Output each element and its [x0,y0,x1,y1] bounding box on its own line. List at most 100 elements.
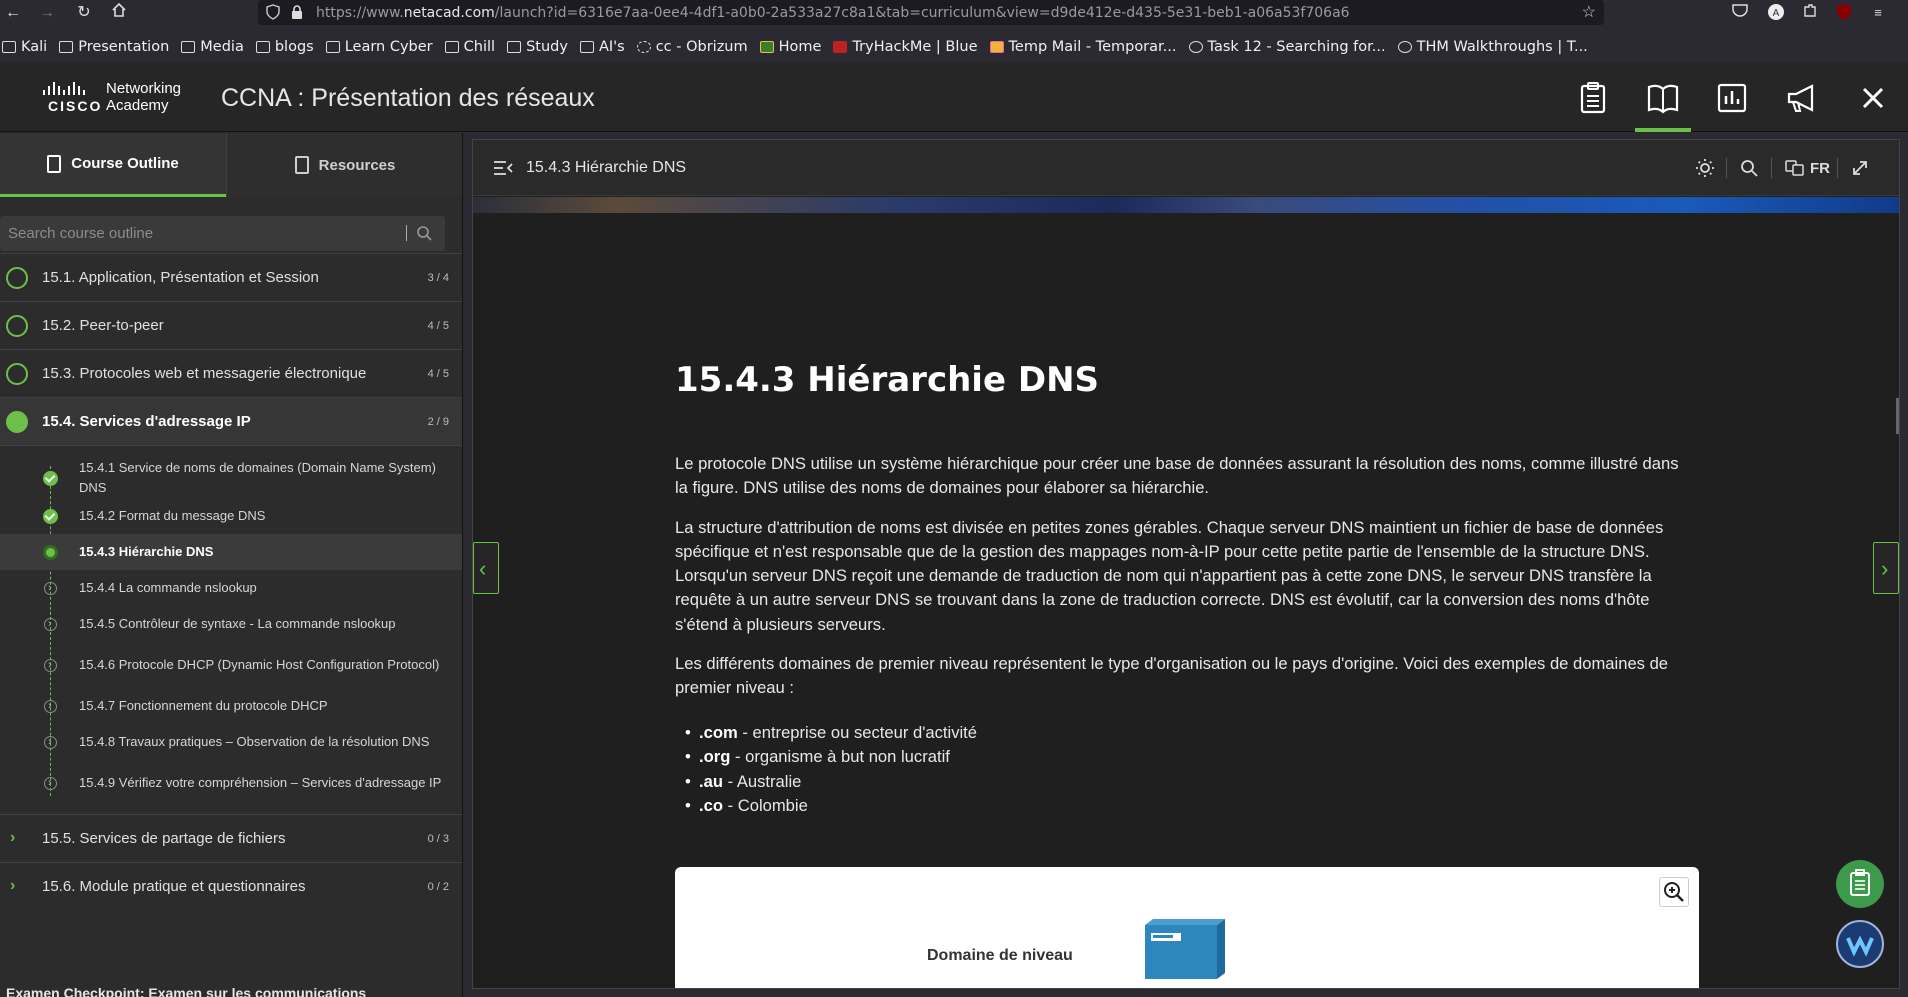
bookmark-item[interactable]: Temp Mail - Temporar... [989,39,1177,55]
fullscreen-icon[interactable] [1851,158,1869,178]
section-15-4[interactable]: 15.4. Services d'adressage IP 2 / 9 [0,397,462,445]
bookmark-item[interactable]: Home [759,39,821,55]
subsection-item[interactable]: 15.4.6 Protocole DHCP (Dynamic Host Conf… [0,642,462,688]
subsection-item[interactable]: 15.4.4 La commande nslookup [0,570,462,606]
book-icon[interactable] [1635,80,1691,132]
dns-hierarchy-figure: Domaine de niveau [675,867,1699,988]
bookmark-item[interactable]: THM Walkthroughs | T... [1397,39,1588,55]
progress-circle-icon [6,315,28,337]
globe-icon [1188,40,1203,53]
progress-circle-icon [6,411,28,433]
url-bar[interactable]: https://www.netacad.com/launch?id=6316e7… [258,0,1604,25]
account-icon[interactable]: A [1766,3,1786,23]
subsection-item[interactable]: 15.4.2 Format du message DNS [0,498,462,534]
bookmark-item[interactable]: cc - Obrizum [636,39,748,55]
notes-button[interactable] [1836,860,1884,908]
folder-icon [507,40,522,53]
scrollbar-thumb[interactable] [1896,398,1899,434]
chevron-circle-icon [44,696,57,716]
outline-icon [47,154,62,173]
section-15-5[interactable]: › 15.5. Services de partage de fichiers … [0,814,462,862]
content-panel: 15.4.3 Hiérarchie DNS FR 15.4.3 Hiérarch… [472,139,1900,989]
translate-icon [1785,160,1804,176]
bookmark-item[interactable]: AI's [579,39,625,55]
shield-icon[interactable] [266,4,280,20]
toolbar-divider [1726,158,1727,178]
bookmark-item[interactable]: blogs [255,39,314,55]
pocket-icon[interactable] [1730,3,1750,23]
language-selector[interactable]: FR [1785,158,1830,178]
tld-list: .com - entreprise ou secteur d'activité … [685,721,1695,819]
bookmark-item[interactable]: Presentation [59,39,169,55]
subsection-item[interactable]: 15.4.7 Fonctionnement du protocole DHCP [0,688,462,724]
list-item: .co - Colombie [685,794,1695,819]
paragraph: Le protocole DNS utilise un système hiér… [675,454,1679,498]
grades-chart-icon[interactable] [1714,80,1750,116]
subsection-item[interactable]: 15.4.1 Service de noms de domaines (Doma… [0,456,462,498]
clipboard-icon [1850,869,1870,896]
search-icon[interactable] [1740,158,1758,178]
assistant-logo-icon [1846,935,1874,957]
extensions-icon[interactable] [1800,3,1820,23]
subsection-item[interactable]: 15.4.5 Contrôleur de syntaxe - La comman… [0,606,462,642]
current-dot-icon [43,544,58,560]
progress-circle-icon [6,363,28,385]
page-breadcrumb: 15.4.3 Hiérarchie DNS [526,159,687,176]
clipboard-icon[interactable] [1575,80,1611,116]
section-15-3[interactable]: 15.3. Protocoles web et messagerie élect… [0,349,462,397]
lock-icon[interactable] [290,4,304,20]
section-15-2[interactable]: 15.2. Peer-to-peer 4 / 5 [0,301,462,349]
folder-icon [579,40,594,53]
check-icon [43,508,58,524]
zoom-in-icon[interactable] [1659,877,1689,907]
chevron-right-icon: › [10,829,16,846]
bookmark-item[interactable]: Kali [2,39,47,55]
subsection-item-current[interactable]: 15.4.3 Hiérarchie DNS [0,534,462,570]
tab-resources[interactable]: Resources [226,133,462,197]
previous-page-button[interactable]: ‹ [473,542,499,594]
folder-icon [255,40,270,53]
back-icon[interactable]: ← [2,2,24,24]
reload-icon[interactable]: ↻ [73,2,95,24]
tab-course-outline[interactable]: Course Outline [0,133,226,197]
folder-icon [59,40,74,53]
megaphone-icon[interactable] [1784,80,1820,116]
search-divider [406,225,407,241]
next-page-button[interactable]: › [1873,542,1899,594]
forward-icon[interactable]: → [36,2,58,24]
cisco-wordmark: CISCO [48,98,103,114]
toolbar-divider [1837,158,1838,178]
bookmark-item[interactable]: Learn Cyber [325,39,433,55]
chevron-right-icon: › [1881,556,1889,581]
bookmark-star-icon[interactable]: ☆ [1582,2,1596,22]
checkpoint-exam-item[interactable]: Examen Checkpoint: Examen sur les commun… [6,985,366,997]
home-site-icon [759,40,774,53]
section-15-1[interactable]: 15.1. Application, Présentation et Sessi… [0,253,462,301]
assistant-button[interactable] [1836,920,1884,968]
brightness-icon[interactable] [1695,158,1715,178]
bookmark-item[interactable]: Media [181,39,244,55]
course-outline-sidebar: Course Outline Resources 15.1. Applicati… [0,133,463,997]
close-icon[interactable] [1855,80,1891,116]
folder-icon [181,40,196,53]
sidebar-tabs: Course Outline Resources [0,133,462,197]
bookmark-item[interactable]: Task 12 - Searching for... [1188,39,1386,55]
bookmark-item[interactable]: Study [507,39,568,55]
search-icon[interactable] [416,225,432,241]
bookmark-item[interactable]: Chill [444,39,495,55]
subsection-item[interactable]: 15.4.8 Travaux pratiques – Observation d… [0,724,462,760]
paragraph: Les différents domaines de premier nivea… [675,654,1669,698]
outline-list: 15.1. Application, Présentation et Sessi… [0,253,462,910]
content-toolbar: 15.4.3 Hiérarchie DNS FR [473,140,1899,196]
subsection-item[interactable]: 15.4.9 Vérifiez votre compréhension – Se… [0,760,462,806]
cisco-networking-academy-logo[interactable]: CISCO Networking Academy [42,80,187,116]
home-icon[interactable] [108,2,130,24]
subsection-list: 15.4.1 Service de noms de domaines (Doma… [0,445,462,814]
section-15-6[interactable]: › 15.6. Module pratique et questionnaire… [0,862,462,910]
search-input[interactable] [0,216,400,251]
bookmark-item[interactable]: TryHackMe | Blue [833,39,978,55]
chevron-left-icon: ‹ [479,556,487,581]
collapse-menu-icon[interactable] [493,160,513,176]
ublock-icon[interactable] [1834,3,1854,23]
menu-icon[interactable]: ≡ [1868,3,1888,23]
